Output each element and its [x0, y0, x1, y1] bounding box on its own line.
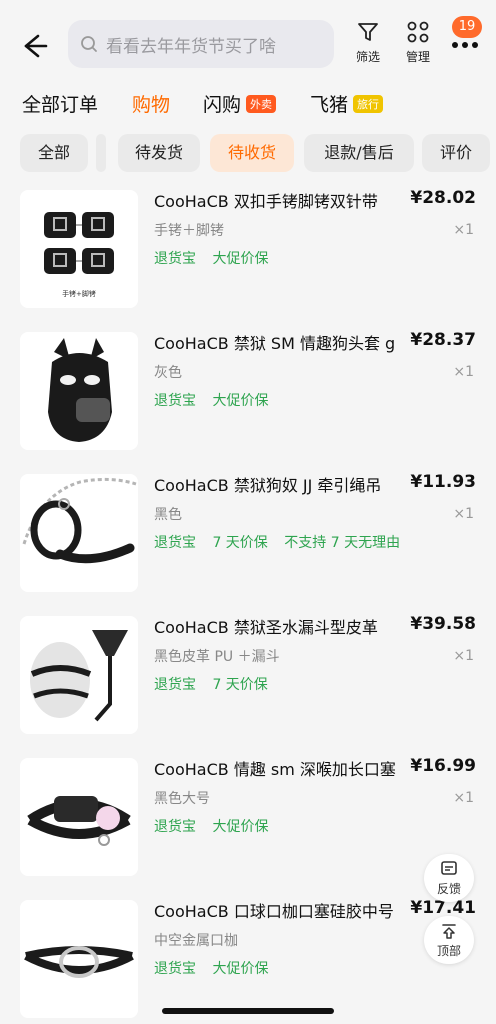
service-tags: 退货宝 7 天价保 — [154, 674, 280, 694]
service-tag: 7 天价保 — [212, 677, 268, 693]
product-spec: 黑色大号 — [154, 791, 210, 807]
product-image[interactable] — [20, 616, 138, 734]
filter-all[interactable]: 全部 — [20, 134, 88, 172]
service-tag: 大促价保 — [212, 961, 269, 977]
filter-divider — [96, 134, 106, 172]
order-item[interactable]: CooHaCB 禁狱狗奴 JJ 牵引绳吊 ¥11.93 黑色 ×1 退货宝 7 … — [0, 468, 496, 598]
service-tag: 退货宝 — [154, 677, 196, 693]
service-tag: 退货宝 — [154, 393, 196, 409]
product-qty: ×1 — [453, 222, 474, 238]
service-tag: 退货宝 — [154, 819, 196, 835]
order-item[interactable]: 手铐+脚铐 CooHaCB 双扣手铐脚铐双针带 ¥28.02 手铐＋脚铐 ×1 … — [0, 184, 496, 314]
product-title[interactable]: CooHaCB 禁狱圣水漏斗型皮革 — [154, 614, 410, 638]
product-image[interactable] — [20, 900, 138, 1018]
feedback-label: 反馈 — [436, 882, 461, 896]
feedback-button[interactable]: 反馈 — [424, 854, 474, 902]
more-icon[interactable] — [450, 40, 480, 50]
filter-icon — [358, 23, 378, 41]
product-image[interactable] — [20, 758, 138, 876]
service-tags: 退货宝 7 天价保 不支持 7 天无理由 — [154, 532, 412, 552]
tab-label: 购物 — [132, 94, 171, 116]
service-tag: 大促价保 — [212, 393, 269, 409]
message-badge: 19 — [452, 16, 482, 38]
service-tag: 退货宝 — [154, 961, 196, 977]
travel-tag: 旅行 — [353, 94, 384, 113]
tab-label: 闪购 — [203, 94, 242, 116]
manage-button[interactable]: 管理 — [394, 20, 442, 65]
handcuffs-image: 手铐+脚铐 — [44, 212, 114, 298]
arrow-up-icon — [442, 924, 456, 939]
product-price: ¥28.02 — [410, 188, 476, 208]
back-to-top-button[interactable]: 顶部 — [424, 916, 474, 964]
product-spec: 中空金属口枷 — [154, 933, 238, 949]
tab-label: 飞猪 — [310, 94, 349, 116]
status-filters: 全部 待发货 待收货 退款/售后 评价 — [0, 134, 496, 174]
service-tag: 退货宝 — [154, 251, 196, 267]
product-title[interactable]: CooHaCB 双扣手铐脚铐双针带 — [154, 188, 410, 212]
service-tag: 大促价保 — [212, 251, 269, 267]
product-title[interactable]: CooHaCB 禁狱 SM 情趣狗头套 g — [154, 330, 410, 354]
order-item[interactable]: CooHaCB 口球口枷口塞硅胶中号 ¥17.41 中空金属口枷 退货宝 大促价… — [0, 894, 496, 1024]
back-button[interactable] — [16, 28, 52, 64]
product-qty: ×1 — [453, 364, 474, 380]
order-item[interactable]: CooHaCB 禁狱圣水漏斗型皮革 ¥39.58 黑色皮革 PU ＋漏斗 ×1 … — [0, 610, 496, 740]
product-qty: ×1 — [453, 648, 474, 664]
product-qty: ×1 — [453, 790, 474, 806]
search-icon — [81, 36, 97, 52]
product-image[interactable] — [20, 474, 138, 592]
search-placeholder: 看看去年年货节买了啥 — [106, 36, 276, 57]
top-label: 顶部 — [436, 944, 461, 958]
service-tag: 大促价保 — [212, 819, 269, 835]
search-input[interactable]: 看看去年年货节买了啥 — [68, 20, 334, 68]
tab-all-orders[interactable]: 全部订单 — [22, 90, 98, 117]
product-qty: ×1 — [453, 506, 474, 522]
product-title[interactable]: CooHaCB 口球口枷口塞硅胶中号 — [154, 898, 410, 922]
order-tabs: 全部订单 购物 闪购 外卖 飞猪 旅行 — [0, 86, 496, 126]
service-tag: 退货宝 — [154, 535, 196, 551]
product-price: ¥39.58 — [410, 614, 476, 634]
ring-gag-image — [24, 946, 134, 978]
product-price: ¥11.93 — [410, 472, 476, 492]
home-indicator[interactable] — [162, 1008, 334, 1014]
tab-flash[interactable]: 闪购 外卖 — [203, 90, 277, 117]
tab-shopping[interactable]: 购物 — [132, 90, 170, 117]
manage-label: 管理 — [405, 50, 430, 64]
product-price: ¥16.99 — [410, 756, 476, 776]
product-image[interactable]: 手铐+脚铐 — [20, 190, 138, 308]
mouth-gag-image — [27, 796, 131, 846]
product-spec: 手铐＋脚铐 — [154, 223, 224, 239]
order-item[interactable]: CooHaCB 禁狱 SM 情趣狗头套 g ¥28.37 灰色 ×1 退货宝 大… — [0, 326, 496, 456]
filter-review[interactable]: 评价 — [422, 134, 490, 172]
order-item[interactable]: CooHaCB 情趣 sm 深喉加长口塞 ¥16.99 黑色大号 ×1 退货宝 … — [0, 752, 496, 882]
filter-label: 筛选 — [355, 50, 380, 64]
tab-label: 全部订单 — [22, 94, 99, 116]
leash-image — [22, 477, 137, 564]
grid-icon — [407, 21, 429, 43]
image-caption: 手铐+脚铐 — [62, 289, 96, 298]
service-tag: 不支持 7 天无理由 — [284, 535, 401, 551]
product-spec: 灰色 — [154, 365, 182, 381]
funnel-gag-image — [30, 630, 128, 722]
dog-hood-image — [48, 338, 112, 442]
tab-fliggy[interactable]: 飞猪 旅行 — [310, 90, 384, 117]
product-spec: 黑色 — [154, 507, 182, 523]
filter-to-receive[interactable]: 待收货 — [210, 134, 294, 172]
service-tags: 退货宝 大促价保 — [154, 958, 280, 978]
feedback-icon — [441, 861, 457, 875]
filter-button[interactable]: 筛选 — [344, 20, 392, 65]
service-tag: 7 天价保 — [212, 535, 268, 551]
service-tags: 退货宝 大促价保 — [154, 816, 280, 836]
product-spec: 黑色皮革 PU ＋漏斗 — [154, 649, 280, 665]
product-title[interactable]: CooHaCB 禁狱狗奴 JJ 牵引绳吊 — [154, 472, 410, 496]
header: 看看去年年货节买了啥 筛选 管理 19 — [0, 0, 496, 80]
service-tags: 退货宝 大促价保 — [154, 248, 280, 268]
product-title[interactable]: CooHaCB 情趣 sm 深喉加长口塞 — [154, 756, 410, 780]
product-price: ¥28.37 — [410, 330, 476, 350]
service-tags: 退货宝 大促价保 — [154, 390, 280, 410]
takeout-tag: 外卖 — [246, 94, 277, 113]
product-image[interactable] — [20, 332, 138, 450]
back-arrow-icon — [24, 34, 48, 58]
filter-to-ship[interactable]: 待发货 — [118, 134, 200, 172]
filter-refund[interactable]: 退款/售后 — [304, 134, 414, 172]
